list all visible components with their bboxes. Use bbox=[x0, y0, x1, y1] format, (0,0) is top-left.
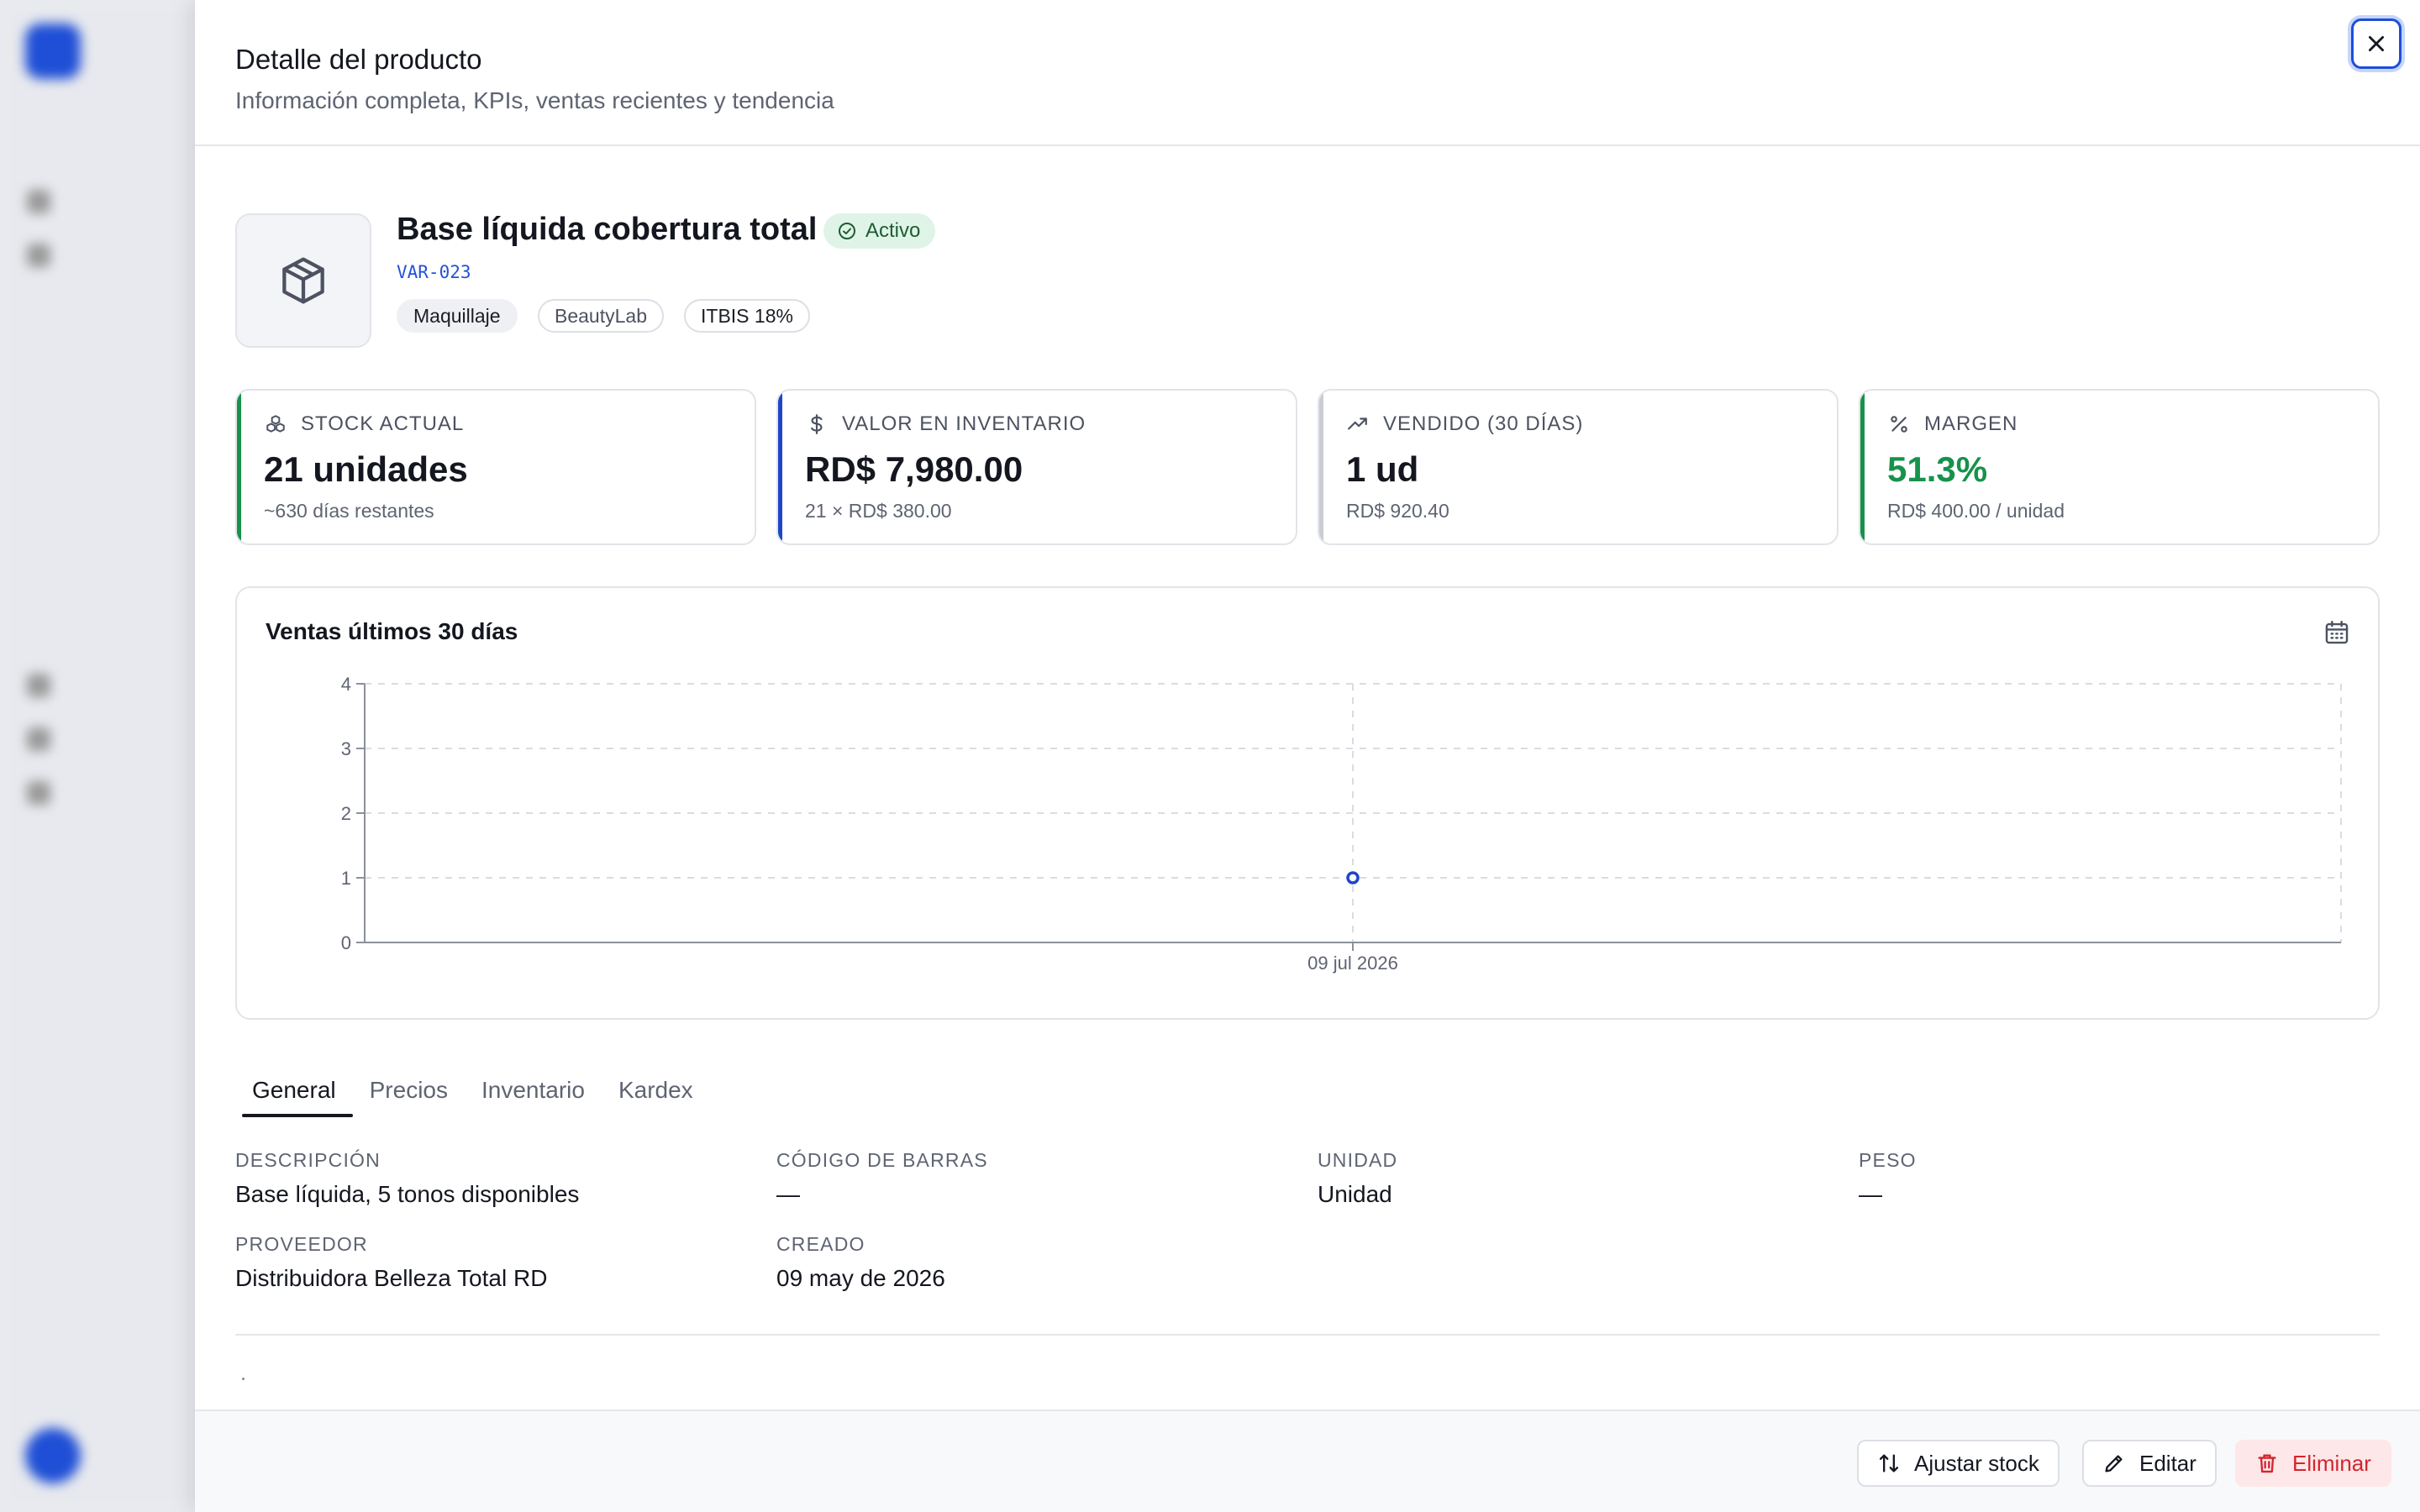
section-divider bbox=[235, 1334, 2380, 1336]
product-name: Base líquida cobertura total bbox=[397, 212, 818, 247]
kpi-card-sold-30-days: VENDIDO (30 DÍAS) 1 ud RD$ 920.40 bbox=[1318, 389, 1839, 545]
tab-general[interactable]: General bbox=[235, 1063, 353, 1117]
tab-precios[interactable]: Precios bbox=[353, 1063, 465, 1117]
data-point bbox=[1346, 871, 1360, 885]
status-label: Activo bbox=[865, 219, 921, 242]
kpi-value: RD$ 7,980.00 bbox=[805, 449, 1023, 489]
kpi-card-margin: MARGEN 51.3% RD$ 400.00 / unidad bbox=[1859, 389, 2380, 545]
weight-value: — bbox=[1859, 1181, 1882, 1207]
y-tick-label: 3 bbox=[341, 738, 351, 759]
kpi-sub: 21 × RD$ 380.00 bbox=[805, 500, 952, 522]
kpi-accent-bar bbox=[778, 391, 782, 543]
kpi-value: 1 ud bbox=[1346, 449, 1419, 489]
adjust-stock-button[interactable]: Ajustar stock bbox=[1857, 1440, 2060, 1487]
background-menu-item bbox=[27, 726, 50, 753]
kpi-value: 51.3% bbox=[1887, 449, 1988, 489]
kpi-accent-bar bbox=[1860, 391, 1865, 543]
kpi-card-inventory-value: VALOR EN INVENTARIO RD$ 7,980.00 21 × RD… bbox=[776, 389, 1297, 545]
panel-title: Detalle del producto bbox=[235, 44, 482, 75]
kpi-accent-bar bbox=[1319, 391, 1323, 543]
panel-subtitle: Información completa, KPIs, ventas recie… bbox=[235, 87, 834, 113]
tab-kardex[interactable]: Kardex bbox=[602, 1063, 710, 1117]
adjust-stock-label: Ajustar stock bbox=[1914, 1450, 2039, 1476]
created-label: CREADO bbox=[776, 1233, 865, 1255]
supplier-label: PROVEEDOR bbox=[235, 1233, 368, 1255]
background-menu-item bbox=[27, 780, 50, 806]
y-tick-label: 4 bbox=[341, 674, 351, 695]
panel-footer: Ajustar stock Editar Eliminar bbox=[195, 1410, 2420, 1512]
x-icon bbox=[2369, 36, 2384, 51]
panel-header: Detalle del producto Información complet… bbox=[195, 0, 2420, 146]
calendar-icon[interactable] bbox=[2323, 618, 2351, 647]
created-value: 09 may de 2026 bbox=[776, 1265, 945, 1291]
dollar-icon bbox=[805, 412, 829, 436]
kpi-value: 21 unidades bbox=[264, 449, 468, 489]
kpi-accent-bar bbox=[237, 391, 241, 543]
kpi-sub: RD$ 920.40 bbox=[1346, 500, 1449, 522]
percent-icon bbox=[1887, 412, 1911, 436]
background-menu-item bbox=[27, 242, 50, 269]
description-value: Base líquida, 5 tonos disponibles bbox=[235, 1181, 580, 1207]
product-sku: VAR-023 bbox=[397, 262, 471, 282]
kpi-card-stock: STOCK ACTUAL 21 unidades ~630 días resta… bbox=[235, 389, 756, 545]
kpi-label: VENDIDO (30 DÍAS) bbox=[1383, 412, 1584, 435]
kpi-label: MARGEN bbox=[1924, 412, 2018, 435]
unit-value: Unidad bbox=[1318, 1181, 1392, 1207]
package-icon bbox=[282, 257, 324, 304]
close-button[interactable] bbox=[2351, 18, 2402, 69]
description-label: DESCRIPCIÓN bbox=[235, 1149, 381, 1171]
edit-label: Editar bbox=[2139, 1450, 2196, 1476]
product-detail-panel: Detalle del producto Información complet… bbox=[195, 0, 2420, 1512]
tab-inventario[interactable]: Inventario bbox=[465, 1063, 602, 1117]
check-circle-icon bbox=[839, 223, 855, 239]
supplier-value: Distribuidora Belleza Total RD bbox=[235, 1265, 548, 1291]
background-logo bbox=[25, 24, 81, 79]
background-menu-item bbox=[27, 188, 50, 215]
product-image bbox=[235, 213, 371, 348]
y-tick-label: 2 bbox=[341, 803, 351, 824]
scroll-hint bbox=[242, 1378, 245, 1380]
trash-icon bbox=[2258, 1454, 2276, 1473]
background-avatar bbox=[25, 1428, 81, 1483]
detail-tabs: General Precios Inventario Kardex bbox=[235, 1063, 710, 1117]
tag-brand: BeautyLab bbox=[538, 299, 664, 333]
kpi-sub: ~630 días restantes bbox=[264, 500, 434, 522]
boxes-icon bbox=[264, 412, 287, 436]
kpi-label: VALOR EN INVENTARIO bbox=[842, 412, 1086, 435]
x-tick-label: 09 jul 2026 bbox=[1307, 953, 1398, 974]
pencil-icon bbox=[2105, 1455, 2123, 1473]
delete-button[interactable]: Eliminar bbox=[2235, 1440, 2391, 1487]
kpi-sub: RD$ 400.00 / unidad bbox=[1887, 500, 2065, 522]
chart-title: Ventas últimos 30 días bbox=[266, 618, 518, 644]
sales-chart-card: 0 1 2 3 4 09 jul 2026 Ventas últimos 30 días bbox=[235, 586, 2380, 1020]
kpi-label: STOCK ACTUAL bbox=[301, 412, 465, 435]
tag-category: Maquillaje bbox=[397, 299, 518, 333]
barcode-value: — bbox=[776, 1181, 800, 1207]
y-tick-label: 0 bbox=[341, 932, 351, 953]
status-badge: Activo bbox=[823, 213, 936, 249]
y-tick-label: 1 bbox=[341, 868, 351, 889]
barcode-label: CÓDIGO DE BARRAS bbox=[776, 1149, 988, 1171]
weight-label: PESO bbox=[1859, 1149, 1917, 1171]
unit-label: UNIDAD bbox=[1318, 1149, 1398, 1171]
tag-tax: ITBIS 18% bbox=[684, 299, 810, 333]
delete-label: Eliminar bbox=[2292, 1450, 2371, 1476]
background-menu-item bbox=[27, 672, 50, 699]
trending-up-icon bbox=[1346, 412, 1370, 436]
arrows-up-down-icon bbox=[1879, 1454, 1899, 1473]
sales-chart: 0 1 2 3 4 09 jul 2026 bbox=[341, 674, 2342, 974]
edit-button[interactable]: Editar bbox=[2082, 1440, 2217, 1487]
